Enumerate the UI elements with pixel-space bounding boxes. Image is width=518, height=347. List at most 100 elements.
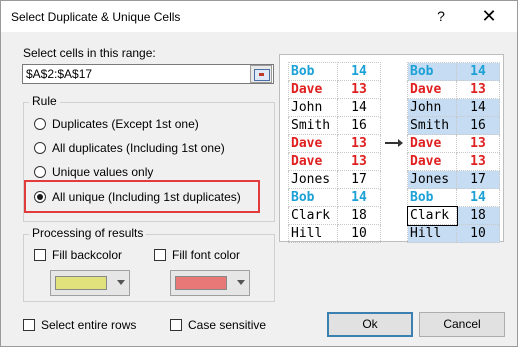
preview-row: Hill 10 — [407, 224, 500, 243]
fill-fontcolor-checkbox[interactable]: Fill font color — [154, 246, 240, 264]
preview-panel: Bob 14 Dave 13 John 14 Smith 16 Dave 13 Dave 13 Jone… — [279, 54, 504, 243]
case-sensitive-checkbox[interactable]: Case sensitive — [170, 316, 266, 334]
preview-row: Dave 13 — [288, 134, 381, 153]
preview-row: Clark 18 — [406, 205, 500, 226]
close-button[interactable]: ✕ — [477, 4, 501, 28]
case-sensitive-label: Case sensitive — [188, 318, 267, 332]
processing-group-title: Processing of results — [29, 226, 147, 240]
checkbox[interactable] — [23, 319, 35, 331]
radio-button[interactable] — [34, 166, 46, 178]
preview-row: Smith 16 — [288, 116, 381, 135]
radio-button[interactable] — [34, 142, 46, 154]
preview-value-cell: 14 — [456, 62, 500, 81]
chevron-down-icon — [117, 280, 125, 285]
backcolor-swatch — [55, 276, 107, 290]
preview-value-cell: 16 — [337, 116, 381, 135]
preview-value-cell: 14 — [456, 98, 500, 117]
preview-name-cell: Dave — [407, 80, 457, 99]
preview-row: Dave 13 — [407, 80, 500, 99]
preview-name-cell: Clark — [406, 205, 458, 226]
preview-value-cell: 18 — [337, 206, 381, 225]
preview-value-cell: 14 — [456, 188, 500, 207]
arrow-right-icon — [385, 139, 403, 147]
preview-value-cell: 16 — [456, 116, 500, 135]
preview-name-cell: Bob — [407, 62, 457, 81]
preview-name-cell: Bob — [288, 188, 338, 207]
preview-name-cell: Jones — [407, 170, 457, 189]
fill-backcolor-label: Fill backcolor — [52, 248, 123, 262]
preview-row: Bob 14 — [288, 62, 381, 81]
preview-name-cell: Bob — [407, 188, 457, 207]
preview-value-cell: 18 — [456, 206, 500, 225]
preview-row: Clark 18 — [288, 206, 381, 225]
preview-row: Hill 10 — [288, 224, 381, 243]
preview-name-cell: John — [288, 98, 338, 117]
preview-value-cell: 17 — [337, 170, 381, 189]
preview-name-cell: Dave — [288, 80, 338, 99]
preview-value-cell: 10 — [456, 224, 500, 243]
preview-name-cell: Dave — [288, 152, 338, 171]
checkbox[interactable] — [154, 249, 166, 261]
preview-value-cell: 13 — [456, 80, 500, 99]
chevron-down-icon — [237, 280, 245, 285]
rule-option-all-duplicates[interactable]: All duplicates (Including 1st one) — [34, 139, 225, 157]
preview-row: Bob 14 — [407, 188, 500, 207]
preview-row: John 14 — [407, 98, 500, 117]
preview-value-cell: 13 — [337, 80, 381, 99]
preview-name-cell: Dave — [288, 134, 338, 153]
preview-value-cell: 13 — [337, 152, 381, 171]
dialog-title: Select Duplicate & Unique Cells — [11, 10, 181, 24]
preview-row: John 14 — [288, 98, 381, 117]
rule-option-label: Unique values only — [52, 165, 154, 179]
title-bar: Select Duplicate & Unique Cells ? ✕ — [1, 1, 517, 32]
checkbox[interactable] — [34, 249, 46, 261]
range-input[interactable]: $A$2:$A$17 — [22, 64, 274, 84]
range-select-button[interactable] — [250, 65, 272, 83]
range-label: Select cells in this range: — [23, 46, 156, 60]
preview-value-cell: 10 — [337, 224, 381, 243]
fontcolor-swatch — [175, 276, 227, 290]
annotation-highlight — [24, 180, 260, 213]
preview-row: Dave 13 — [407, 134, 500, 153]
rule-option-duplicates-except-first[interactable]: Duplicates (Except 1st one) — [34, 115, 199, 133]
fill-backcolor-checkbox[interactable]: Fill backcolor — [34, 246, 122, 264]
checkbox[interactable] — [170, 319, 182, 331]
preview-name-cell: Smith — [407, 116, 457, 135]
rule-option-label: Duplicates (Except 1st one) — [52, 117, 199, 131]
fill-fontcolor-label: Fill font color — [172, 248, 241, 262]
preview-row: Bob 14 — [407, 62, 500, 81]
preview-name-cell: Hill — [407, 224, 457, 243]
rule-option-label: All duplicates (Including 1st one) — [52, 141, 225, 155]
preview-name-cell: Clark — [288, 206, 338, 225]
backcolor-picker[interactable] — [50, 270, 130, 296]
preview-row: Dave 13 — [407, 152, 500, 171]
preview-row: Bob 14 — [288, 188, 381, 207]
ok-button[interactable]: Ok — [327, 312, 413, 337]
preview-name-cell: Jones — [288, 170, 338, 189]
rule-group-title: Rule — [29, 94, 60, 108]
select-entire-rows-label: Select entire rows — [41, 318, 137, 332]
preview-name-cell: John — [407, 98, 457, 117]
preview-row: Dave 13 — [288, 80, 381, 99]
radio-button[interactable] — [34, 118, 46, 130]
help-button[interactable]: ? — [433, 6, 449, 26]
preview-name-cell: Hill — [288, 224, 338, 243]
preview-name-cell: Dave — [407, 152, 457, 171]
preview-value-cell: 13 — [337, 134, 381, 153]
preview-name-cell: Smith — [288, 116, 338, 135]
preview-value-cell: 14 — [337, 188, 381, 207]
select-entire-rows-checkbox[interactable]: Select entire rows — [23, 316, 136, 334]
preview-value-cell: 17 — [456, 170, 500, 189]
preview-row: Smith 16 — [407, 116, 500, 135]
rule-option-unique-only[interactable]: Unique values only — [34, 163, 153, 181]
preview-value-cell: 13 — [456, 152, 500, 171]
preview-after-table: Bob 14 Dave 13 John 14 Smith 16 Dave 13 Dave 13 Jone… — [406, 62, 500, 243]
fontcolor-picker[interactable] — [170, 270, 250, 296]
preview-before-table: Bob 14 Dave 13 John 14 Smith 16 Dave 13 Dave 13 Jone… — [288, 62, 381, 243]
cancel-button[interactable]: Cancel — [419, 312, 505, 337]
preview-value-cell: 14 — [337, 62, 381, 81]
preview-name-cell: Bob — [288, 62, 338, 81]
preview-row: Jones 17 — [407, 170, 500, 189]
preview-name-cell: Dave — [407, 134, 457, 153]
preview-value-cell: 13 — [456, 134, 500, 153]
